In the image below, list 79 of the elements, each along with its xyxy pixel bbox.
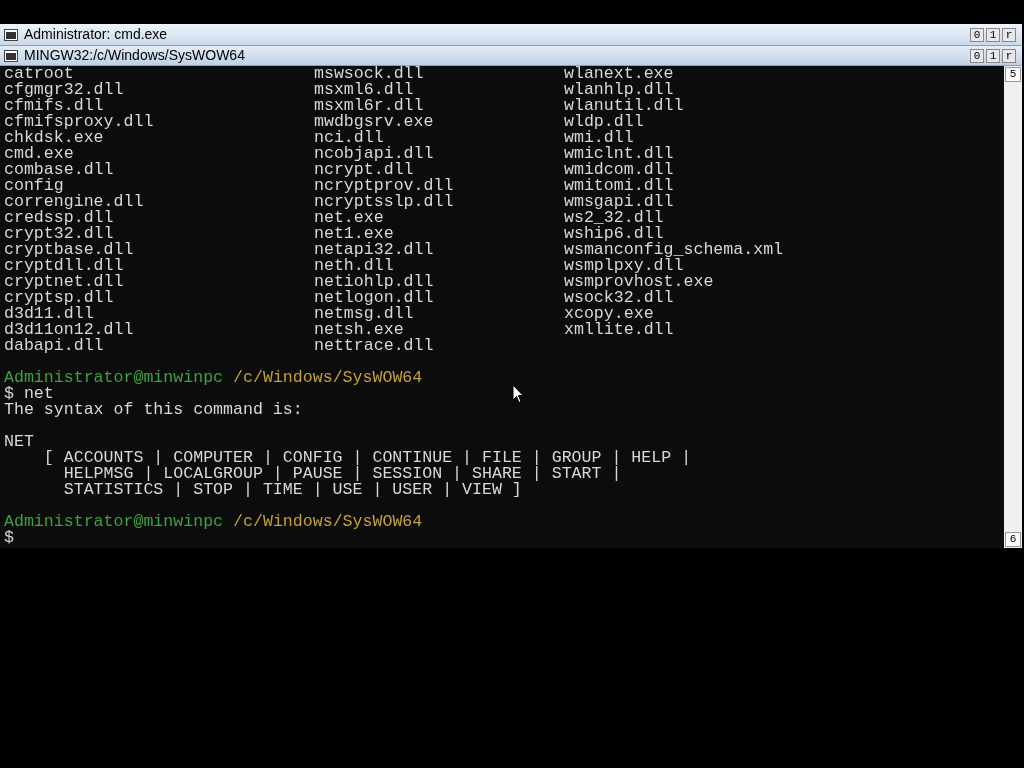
file-name: cfmifsproxy.dll (4, 112, 154, 131)
file-name: wmitomi.dll (564, 176, 674, 195)
file-name: ncryptprov.dll (314, 176, 454, 195)
output-text: [ ACCOUNTS | COMPUTER | CONFIG | CONTINUE | FILE | GROUP | HELP | (42, 448, 692, 467)
output-text: HELPMSG | LOCALGROUP | PAUSE | SESSION | SHARE | START | (62, 464, 622, 483)
cursor-icon (512, 384, 524, 404)
file-name: ncryptsslp.dll (314, 192, 454, 211)
file-name: cryptbase.dll (4, 240, 134, 259)
file-name: wsmanconfig_schema.xml (564, 240, 784, 259)
scroll-label: 5 (1005, 67, 1021, 82)
file-name: dabapi.dll (4, 336, 104, 355)
file-name: wmi.dll (564, 128, 634, 147)
file-name: wship6.dll (564, 224, 664, 243)
file-name: wsmplpxy.dll (564, 256, 684, 275)
file-name: netlogon.dll (314, 288, 434, 307)
file-name: cryptsp.dll (4, 288, 114, 307)
file-name: xmllite.dll (564, 320, 674, 339)
file-name: wmsgapi.dll (564, 192, 674, 211)
file-name: wlanhlp.dll (564, 80, 674, 99)
prompt-user: Administrator@minwinpc (4, 514, 224, 530)
output-text: STATISTICS | STOP | TIME | USE | USER | VIEW ] (62, 480, 522, 499)
file-name: cryptnet.dll (4, 272, 124, 291)
file-name: wlanext.exe (564, 64, 674, 83)
file-name: netapi32.dll (314, 240, 434, 259)
file-name: ws2_32.dll (564, 208, 664, 227)
file-name: wmidcom.dll (564, 160, 674, 179)
file-name: cryptdll.dll (4, 256, 124, 275)
file-name: neth.dll (314, 256, 394, 275)
output-text: NET (4, 432, 34, 451)
title-bar-button[interactable]: r (1002, 27, 1016, 42)
console-icon (4, 28, 18, 41)
file-name: netiohlp.dll (314, 272, 434, 291)
file-name: mswsock.dll (314, 64, 424, 83)
terminal[interactable] (0, 66, 1004, 548)
file-name: config (4, 176, 64, 195)
file-name: nci.dll (314, 128, 384, 147)
window-title: Administrator: cmd.exe (24, 25, 168, 44)
scrollbar[interactable]: 5 6 (1004, 66, 1022, 548)
file-name: wldp.dll (564, 112, 644, 131)
file-name: credssp.dll (4, 208, 114, 227)
file-name: crypt32.dll (4, 224, 114, 243)
output-text: The syntax of this command is: (4, 400, 303, 419)
file-name: nettrace.dll (314, 336, 434, 355)
file-name: xcopy.exe (564, 304, 654, 323)
file-name: correngine.dll (4, 192, 144, 211)
title-bar-button[interactable]: 1 (986, 27, 1000, 42)
file-name: wlanutil.dll (564, 96, 684, 115)
file-name: chkdsk.exe (4, 128, 104, 147)
file-name: catroot (4, 64, 74, 83)
file-name: net1.exe (314, 224, 394, 243)
file-name: wsock32.dll (564, 288, 674, 307)
console-icon (4, 49, 18, 62)
file-name: msxml6r.dll (314, 96, 424, 115)
file-name: ncobjapi.dll (314, 144, 434, 163)
file-name: cfmifs.dll (4, 96, 104, 115)
file-name: wsmprovhost.exe (564, 272, 714, 291)
file-name: mwdbgsrv.exe (314, 112, 434, 131)
file-name: netmsg.dll (314, 304, 414, 323)
file-name: msxml6.dll (314, 80, 414, 99)
title-bar-button[interactable]: 0 (970, 48, 984, 63)
prompt-user: Administrator@minwinpc (4, 370, 224, 386)
file-name: d3d11on12.dll (4, 320, 134, 339)
file-name: net.exe (314, 208, 384, 227)
file-name: ncrypt.dll (314, 160, 414, 179)
title-bar-button[interactable]: 1 (986, 48, 1000, 63)
prompt-path: /c/Windows/SysWOW64 (233, 514, 423, 530)
prompt-path: /c/Windows/SysWOW64 (233, 370, 423, 386)
file-name: netsh.exe (314, 320, 404, 339)
file-name: combase.dll (4, 160, 114, 179)
window-title: MINGW32:/c/Windows/SysWOW64 (24, 46, 245, 65)
scroll-label: 6 (1005, 532, 1021, 547)
file-name: cfgmgr32.dll (4, 80, 124, 99)
command-text: $ net (4, 384, 54, 403)
file-name: cmd.exe (4, 144, 74, 163)
file-name: d3d11.dll (4, 304, 94, 323)
file-name: wmiclnt.dll (564, 144, 674, 163)
command-text: $ (4, 528, 14, 547)
title-bar-button[interactable]: 0 (970, 27, 984, 42)
title-bar-button[interactable]: r (1002, 48, 1016, 63)
